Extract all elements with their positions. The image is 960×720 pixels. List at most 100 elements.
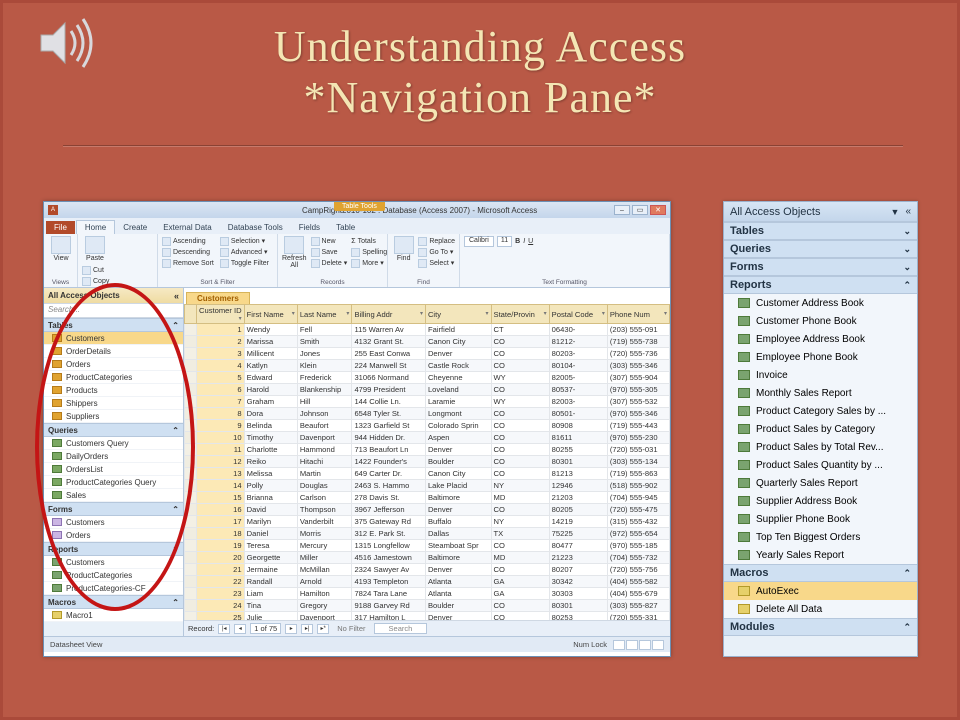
np2-cat-queries[interactable]: Queries⌄ xyxy=(724,240,917,258)
table-row[interactable]: 11CharlotteHammond713 Beaufort LnDenverC… xyxy=(185,444,670,456)
nav-item[interactable]: Product Sales by Category xyxy=(724,420,917,438)
tab-externaldata[interactable]: External Data xyxy=(155,221,219,234)
nav-item[interactable]: OrderDetails xyxy=(44,345,183,358)
nav-item[interactable]: Quarterly Sales Report xyxy=(724,474,917,492)
nav-item[interactable]: ProductCategories-CF xyxy=(44,582,183,595)
np2-header[interactable]: All Access Objects ▼ « xyxy=(724,202,917,222)
table-row[interactable]: 13MelissaMartin649 Carter Dr.Canon CityC… xyxy=(185,468,670,480)
goto-button[interactable]: Go To▾ xyxy=(418,247,455,257)
tab-table[interactable]: Table xyxy=(328,221,363,234)
font-size[interactable]: 11 xyxy=(497,236,512,247)
advanced-button[interactable]: Advanced▾ xyxy=(220,247,269,257)
nav-item[interactable]: DailyOrders xyxy=(44,450,183,463)
refresh-button[interactable]: Refresh All xyxy=(282,236,307,269)
table-row[interactable]: 24TinaGregory9188 Garvey RdBoulderCO8030… xyxy=(185,600,670,612)
column-header[interactable]: Phone Num▾ xyxy=(607,305,669,324)
table-row[interactable]: 17MarilynVanderbilt375 Gateway RdBuffalo… xyxy=(185,516,670,528)
last-record[interactable]: ▸| xyxy=(301,624,313,634)
nav-item[interactable]: ProductCategories Query xyxy=(44,476,183,489)
nav-item[interactable]: Sales xyxy=(44,489,183,502)
nav-item[interactable]: Macro1 xyxy=(44,609,183,622)
table-row[interactable]: 20GeorgetteMiller4516 JamestownBaltimore… xyxy=(185,552,670,564)
prev-record[interactable]: ◂ xyxy=(234,624,246,634)
remove-sort-button[interactable]: Remove Sort xyxy=(162,258,214,268)
column-header[interactable]: Postal Code▾ xyxy=(549,305,607,324)
table-row[interactable]: 10TimothyDavenport944 Hidden Dr.AspenCO8… xyxy=(185,432,670,444)
table-row[interactable]: 21JermaineMcMillan2324 Sawyer AvDenverCO… xyxy=(185,564,670,576)
nav-item[interactable]: Customer Phone Book xyxy=(724,312,917,330)
next-record[interactable]: ▸ xyxy=(285,624,297,634)
cat-queries[interactable]: Queries⌃ xyxy=(44,423,183,437)
cat-macros[interactable]: Macros⌃ xyxy=(44,595,183,609)
table-row[interactable]: 8DoraJohnson6548 Tyler St.LongmontCO8050… xyxy=(185,408,670,420)
find-button[interactable]: Find xyxy=(392,236,415,268)
nav-item[interactable]: Product Sales by Total Rev... xyxy=(724,438,917,456)
nav-item[interactable]: ProductCategories xyxy=(44,371,183,384)
tab-create[interactable]: Create xyxy=(115,221,155,234)
select-button[interactable]: Select▾ xyxy=(418,258,455,268)
table-row[interactable]: 12ReikoHitachi1422 Founder'sBoulderCO803… xyxy=(185,456,670,468)
np2-cat-macros[interactable]: Macros⌃ xyxy=(724,564,917,582)
column-header[interactable]: First Name▾ xyxy=(244,305,297,324)
paste-button[interactable]: Paste xyxy=(82,236,108,262)
tab-home[interactable]: Home xyxy=(76,220,115,234)
nav-item[interactable]: Customers xyxy=(44,556,183,569)
selection-button[interactable]: Selection▾ xyxy=(220,236,269,246)
bold-button[interactable]: B xyxy=(515,238,520,245)
nav-item[interactable]: Invoice xyxy=(724,366,917,384)
cat-reports[interactable]: Reports⌃ xyxy=(44,542,183,556)
table-row[interactable]: 14PollyDouglas2463 S. HammoLake PlacidNY… xyxy=(185,480,670,492)
column-header[interactable]: Last Name▾ xyxy=(297,305,352,324)
nav-item[interactable]: Employee Phone Book xyxy=(724,348,917,366)
column-header[interactable]: State/Provin▾ xyxy=(491,305,549,324)
table-row[interactable]: 15BriannaCarlson278 Davis St.BaltimoreMD… xyxy=(185,492,670,504)
table-row[interactable]: 3MillicentJones255 East ConwaDenverCO802… xyxy=(185,348,670,360)
descending-button[interactable]: Descending xyxy=(162,247,214,257)
italic-button[interactable]: I xyxy=(523,238,525,245)
cat-tables[interactable]: Tables⌃ xyxy=(44,318,183,332)
navpane-search[interactable]: Search... xyxy=(44,304,183,318)
nav-item[interactable]: Supplier Phone Book xyxy=(724,510,917,528)
data-table[interactable]: Customer ID▾First Name▾Last Name▾Billing… xyxy=(184,304,670,620)
table-row[interactable]: 22RandallArnold4193 TempletonAtlantaGA30… xyxy=(185,576,670,588)
close-button[interactable]: ✕ xyxy=(650,205,666,215)
spelling-button[interactable]: Spelling xyxy=(351,247,387,257)
nav-item[interactable]: Customers Query xyxy=(44,437,183,450)
copy-button[interactable]: Copy xyxy=(82,276,139,286)
new-button[interactable]: New xyxy=(311,236,348,246)
np2-cat-modules[interactable]: Modules⌃ xyxy=(724,618,917,636)
np2-cat-reports[interactable]: Reports⌃ xyxy=(724,276,917,294)
object-tab[interactable]: Customers xyxy=(186,292,250,304)
collapse-icon[interactable]: « xyxy=(174,291,179,301)
table-row[interactable]: 4KatlynKlein224 Manwell StCastle RockCO8… xyxy=(185,360,670,372)
search-box[interactable]: Search xyxy=(374,623,428,634)
nav-item[interactable]: Shippers xyxy=(44,397,183,410)
totals-button[interactable]: ΣTotals xyxy=(351,236,387,246)
toggle-filter-button[interactable]: Toggle Filter xyxy=(220,258,269,268)
nav-item[interactable]: Employee Address Book xyxy=(724,330,917,348)
nav-item[interactable]: Top Ten Biggest Orders xyxy=(724,528,917,546)
dropdown-icon[interactable]: ▼ xyxy=(891,207,900,217)
nav-item[interactable]: Products xyxy=(44,384,183,397)
table-row[interactable]: 2MarissaSmith4132 Grant St.Canon CityCO8… xyxy=(185,336,670,348)
more-button[interactable]: More▾ xyxy=(351,258,387,268)
save-button[interactable]: Save xyxy=(311,247,348,257)
tab-databasetools[interactable]: Database Tools xyxy=(220,221,291,234)
nav-item[interactable]: Delete All Data xyxy=(724,600,917,618)
nav-item[interactable]: Customers xyxy=(44,516,183,529)
nav-item[interactable]: AutoExec xyxy=(724,582,917,600)
table-row[interactable]: 25JulieDavenport317 Hamilton LDenverCO80… xyxy=(185,612,670,621)
font-name[interactable]: Calibri xyxy=(464,236,494,247)
replace-button[interactable]: Replace xyxy=(418,236,455,246)
delete-button[interactable]: Delete▾ xyxy=(311,258,348,268)
nav-item[interactable]: ProductCategories xyxy=(44,569,183,582)
view-icons[interactable] xyxy=(613,640,664,650)
underline-button[interactable]: U xyxy=(528,238,533,245)
tab-fields[interactable]: Fields xyxy=(291,221,328,234)
cat-forms[interactable]: Forms⌃ xyxy=(44,502,183,516)
np2-cat-forms[interactable]: Forms⌄ xyxy=(724,258,917,276)
column-header[interactable]: City▾ xyxy=(425,305,491,324)
nav-item[interactable]: Customer Address Book xyxy=(724,294,917,312)
new-record[interactable]: ▸* xyxy=(317,624,329,634)
nav-item[interactable]: Yearly Sales Report xyxy=(724,546,917,564)
